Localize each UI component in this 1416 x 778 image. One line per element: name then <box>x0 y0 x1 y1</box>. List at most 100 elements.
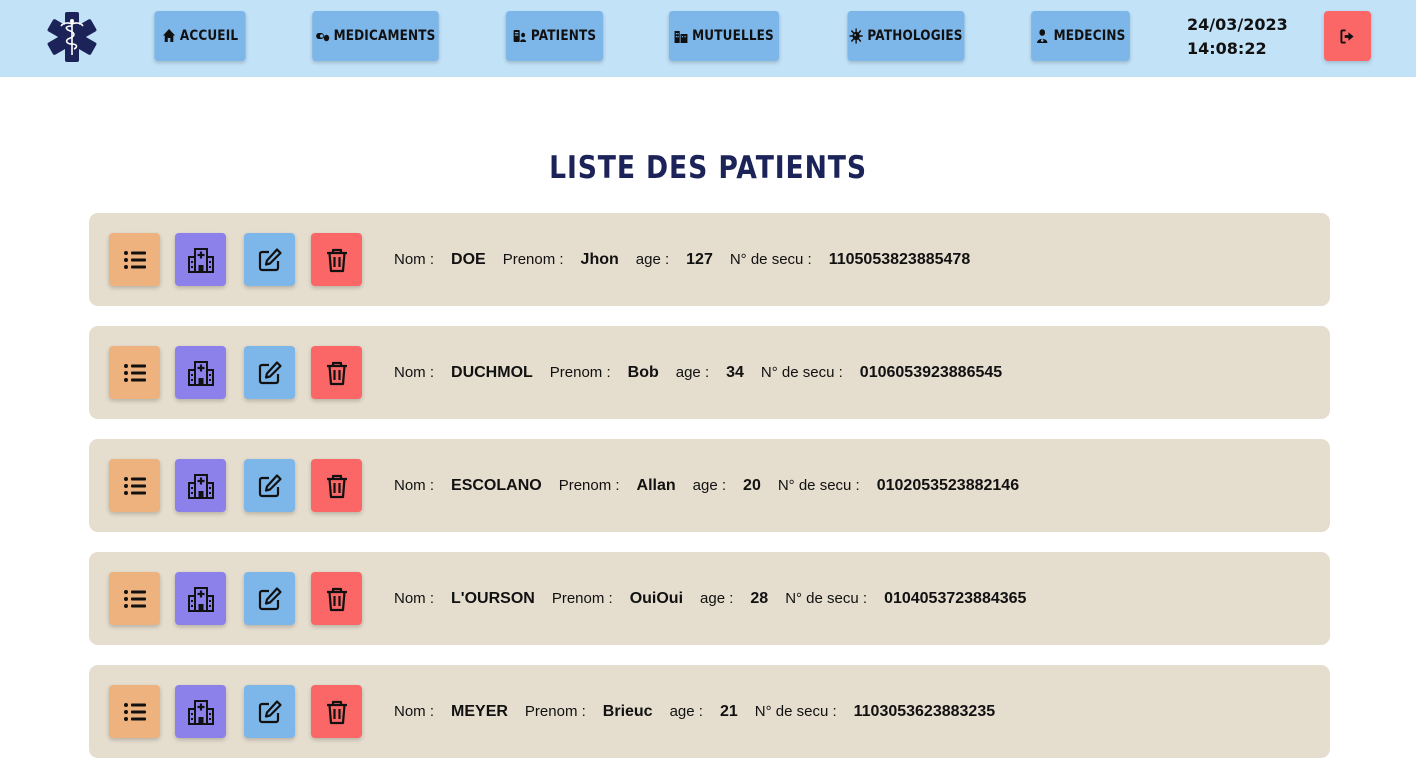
patient-row: Nom : ESCOLANO Prenom : Allan age : 20 N… <box>89 439 1330 532</box>
secu-label: N° de secu : <box>777 477 860 494</box>
edit-icon <box>258 247 282 271</box>
current-date: 24/03/2023 <box>1187 15 1288 34</box>
patient-secu: 1105053823885478 <box>828 250 971 268</box>
age-label: age : <box>669 703 703 720</box>
nav-mutuelles-label: MUTUELLES <box>692 28 774 44</box>
delete-button[interactable] <box>311 572 362 625</box>
logout-icon <box>1340 28 1354 44</box>
patient-nom: DUCHMOL <box>451 363 533 381</box>
secu-label: N° de secu : <box>785 590 868 607</box>
age-label: age : <box>635 251 670 268</box>
patient-secu: 1103053623883235 <box>853 702 996 720</box>
patient-info: Nom : DOE Prenom : Jhon age : 127 N° de … <box>394 213 987 306</box>
patients-icon <box>513 30 527 42</box>
age-label: age : <box>692 477 727 494</box>
patient-nom: DOE <box>451 250 486 268</box>
patient-age: 127 <box>686 250 713 268</box>
list-icon <box>123 589 146 608</box>
hospital-icon <box>187 247 214 273</box>
hospital-icon <box>187 699 214 725</box>
hospital-button[interactable] <box>175 233 226 286</box>
trash-icon <box>326 474 347 498</box>
details-button[interactable] <box>109 346 160 399</box>
nav-medecins-button[interactable]: MEDECINS <box>1031 11 1130 61</box>
hospital-icon <box>187 360 214 386</box>
edit-button[interactable] <box>244 572 295 625</box>
edit-icon <box>258 473 282 497</box>
hospital-icon <box>187 473 214 499</box>
virus-icon <box>849 28 863 44</box>
details-button[interactable] <box>109 459 160 512</box>
nom-label: Nom : <box>394 590 435 607</box>
details-button[interactable] <box>109 572 160 625</box>
nav-accueil-button[interactable]: ACCUEIL <box>154 11 246 61</box>
trash-icon <box>326 361 347 385</box>
nav-pathologies-button[interactable]: PATHOLOGIES <box>847 11 965 61</box>
patient-row: Nom : DUCHMOL Prenom : Bob age : 34 N° d… <box>89 326 1330 419</box>
nav-medecins-label: MEDECINS <box>1053 28 1126 44</box>
patient-age: 34 <box>726 363 744 381</box>
list-icon <box>123 363 146 382</box>
patient-secu: 0104053723884365 <box>884 589 1027 607</box>
patient-info: Nom : DUCHMOL Prenom : Bob age : 34 N° d… <box>394 326 1019 419</box>
buildings-icon <box>674 31 688 43</box>
logout-button[interactable] <box>1324 11 1371 61</box>
trash-icon <box>326 248 347 272</box>
list-icon <box>123 250 146 269</box>
patient-prenom: Brieuc <box>602 702 653 720</box>
patient-row: Nom : DOE Prenom : Jhon age : 127 N° de … <box>89 213 1330 306</box>
patient-row: Nom : MEYER Prenom : Brieuc age : 21 N° … <box>89 665 1330 758</box>
secu-label: N° de secu : <box>760 364 843 381</box>
patient-nom: MEYER <box>451 702 508 720</box>
edit-button[interactable] <box>244 346 295 399</box>
doctor-icon <box>1037 29 1048 43</box>
prenom-label: Prenom : <box>549 364 611 381</box>
secu-label: N° de secu : <box>729 251 812 268</box>
secu-label: N° de secu : <box>754 703 837 720</box>
top-navbar: ACCUEIL MEDICAMENTS PATIENTS MUTUELLES P… <box>0 0 1416 77</box>
page-title: LISTE DES PATIENTS <box>549 150 867 186</box>
patient-prenom: Allan <box>636 476 676 494</box>
list-icon <box>123 476 146 495</box>
hospital-icon <box>187 586 214 612</box>
patient-info: Nom : ESCOLANO Prenom : Allan age : 20 N… <box>394 439 1036 532</box>
details-button[interactable] <box>109 685 160 738</box>
delete-button[interactable] <box>311 685 362 738</box>
patient-prenom: Jhon <box>580 250 619 268</box>
edit-button[interactable] <box>244 685 295 738</box>
prenom-label: Prenom : <box>524 703 586 720</box>
age-label: age : <box>675 364 710 381</box>
delete-button[interactable] <box>311 459 362 512</box>
nav-patients-button[interactable]: PATIENTS <box>505 11 604 61</box>
patient-list: Nom : DOE Prenom : Jhon age : 127 N° de … <box>89 213 1330 778</box>
nav-patients-label: PATIENTS <box>530 28 597 44</box>
hospital-button[interactable] <box>175 685 226 738</box>
delete-button[interactable] <box>311 233 362 286</box>
patient-prenom: OuiOui <box>629 589 684 607</box>
details-button[interactable] <box>109 233 160 286</box>
nom-label: Nom : <box>394 477 435 494</box>
nav-medicaments-label: MEDICAMENTS <box>333 28 436 44</box>
patient-nom: ESCOLANO <box>451 476 542 494</box>
hospital-button[interactable] <box>175 459 226 512</box>
edit-button[interactable] <box>244 459 295 512</box>
list-icon <box>123 702 146 721</box>
prenom-label: Prenom : <box>558 477 620 494</box>
pills-icon <box>315 33 330 42</box>
hospital-button[interactable] <box>175 346 226 399</box>
nav-medicaments-button[interactable]: MEDICAMENTS <box>312 11 439 61</box>
medical-logo-icon[interactable] <box>46 12 98 62</box>
patient-nom: L'OURSON <box>451 589 535 607</box>
hospital-button[interactable] <box>175 572 226 625</box>
current-time: 14:08:22 <box>1187 39 1267 58</box>
nom-label: Nom : <box>394 703 435 720</box>
patient-age: 28 <box>750 589 769 607</box>
nav-pathologies-label: PATHOLOGIES <box>867 28 963 44</box>
edit-button[interactable] <box>244 233 295 286</box>
delete-button[interactable] <box>311 346 362 399</box>
nav-mutuelles-button[interactable]: MUTUELLES <box>668 11 780 61</box>
age-label: age : <box>700 590 734 607</box>
patient-secu: 0106053923886545 <box>859 363 1003 381</box>
patient-row: Nom : L'OURSON Prenom : OuiOui age : 28 … <box>89 552 1330 645</box>
edit-icon <box>258 360 282 384</box>
